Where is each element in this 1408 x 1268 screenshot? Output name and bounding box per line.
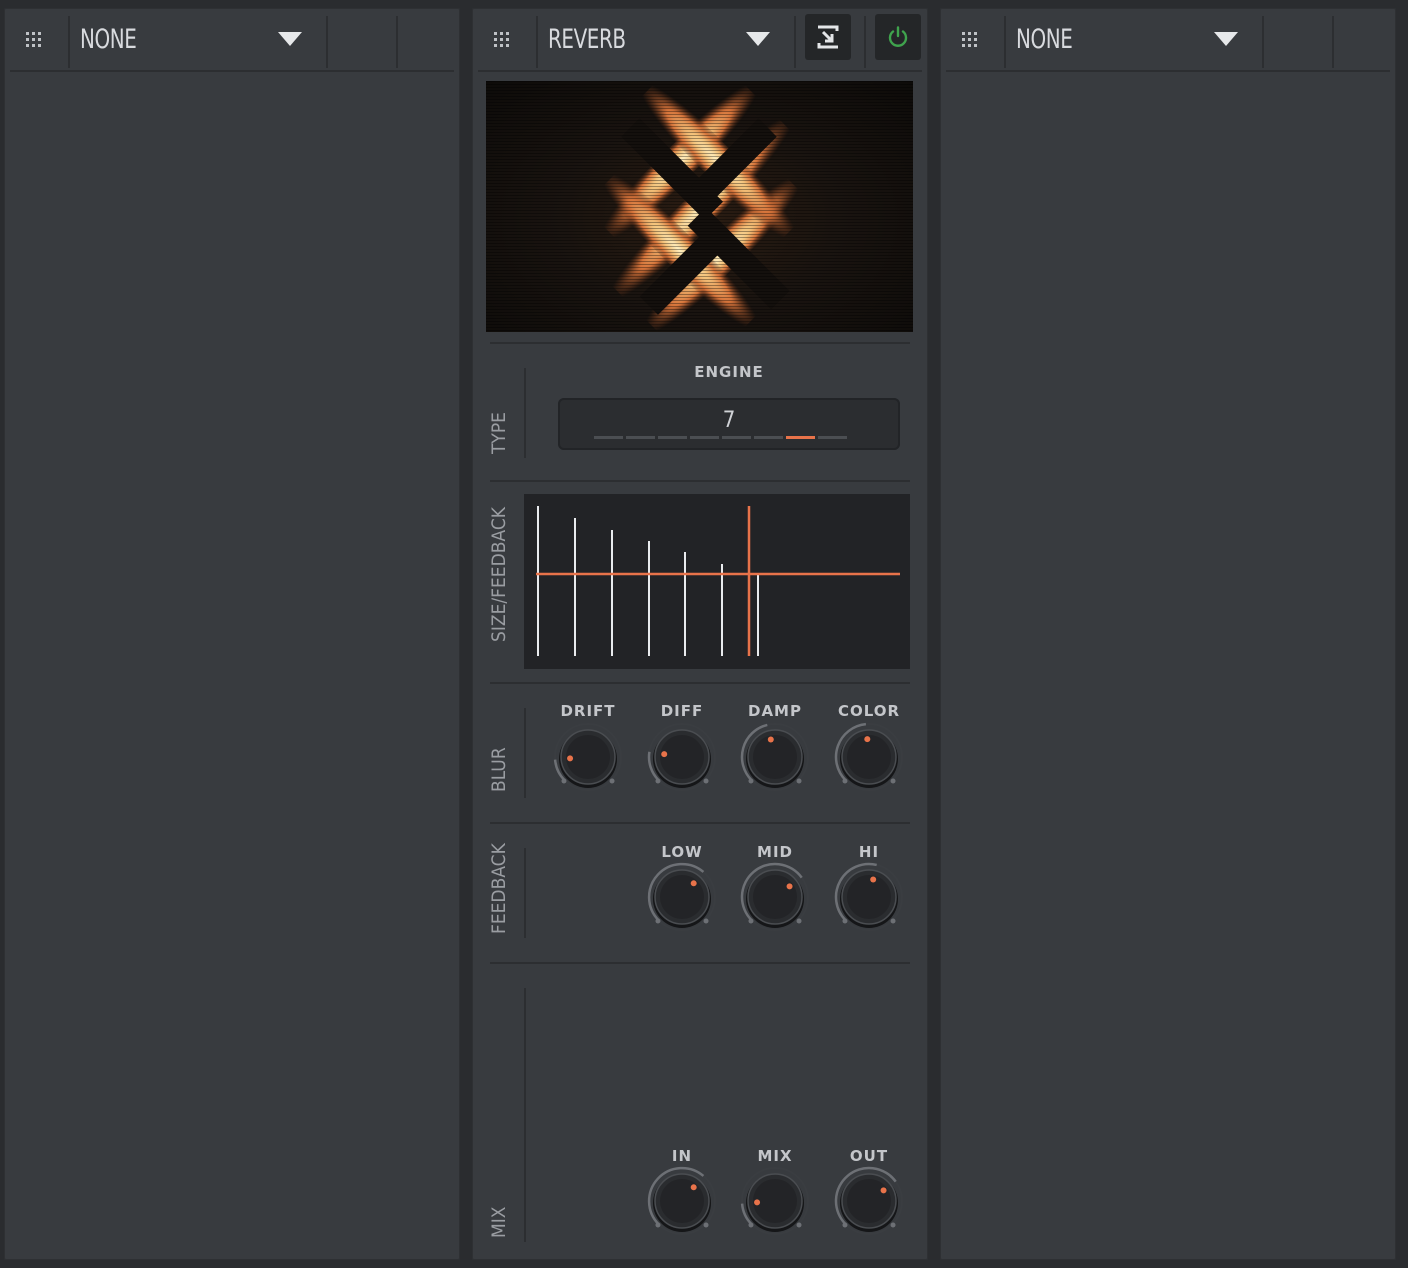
section-rule	[490, 962, 910, 964]
section-label-blur: BLUR	[488, 747, 510, 792]
engine-segments	[594, 436, 847, 439]
divider	[68, 16, 70, 68]
swap-icon	[817, 25, 839, 49]
engine-segment	[626, 436, 655, 439]
section-rule	[490, 682, 910, 684]
knob-feedback-hi[interactable]	[829, 857, 909, 937]
knob-mix-out[interactable]	[829, 1161, 909, 1241]
chevron-down-icon[interactable]	[1214, 32, 1238, 46]
divider	[1332, 16, 1334, 68]
divider	[536, 16, 538, 68]
section-label-mix: MIX	[488, 1206, 510, 1239]
engine-selector[interactable]: 7	[558, 398, 900, 450]
engine-label: ENGINE	[694, 363, 764, 381]
swap-button[interactable]	[805, 14, 851, 60]
section-line	[524, 368, 526, 458]
fx-slot-right: NONE	[940, 8, 1396, 1260]
divider	[396, 16, 398, 68]
chevron-down-icon[interactable]	[746, 32, 770, 46]
fx-selector-reverb[interactable]: REVERB	[548, 24, 626, 55]
engine-value: 7	[722, 408, 736, 433]
section-rule	[490, 822, 910, 824]
slot-header-left: NONE	[4, 8, 460, 72]
knob-blur-damp[interactable]	[735, 717, 815, 797]
section-line	[524, 988, 526, 1242]
reverb-preview-image	[486, 81, 913, 332]
fx-slot-reverb: REVERB TYPE ENGINE 7 SIZE/FEEDBACK BLUR …	[472, 8, 928, 1260]
engine-segment	[690, 436, 719, 439]
chevron-down-icon[interactable]	[278, 32, 302, 46]
knob-feedback-low[interactable]	[642, 857, 722, 937]
fx-slot-left: NONE	[4, 8, 460, 1260]
drag-handle-icon[interactable]	[962, 32, 978, 48]
divider	[864, 16, 866, 68]
divider	[1262, 16, 1264, 68]
power-button[interactable]	[875, 14, 921, 60]
section-rule	[490, 342, 910, 344]
slot-header-reverb: REVERB	[472, 8, 928, 72]
fx-selector-right[interactable]: NONE	[1016, 24, 1073, 55]
engine-segment	[722, 436, 751, 439]
section-label-feedback: FEEDBACK	[488, 843, 510, 934]
header-rule	[10, 70, 454, 72]
section-label-type: TYPE	[488, 412, 510, 454]
power-icon	[888, 26, 908, 47]
knob-blur-drift[interactable]	[548, 717, 628, 797]
divider	[794, 16, 796, 68]
header-rule	[946, 70, 1390, 72]
divider	[1004, 16, 1006, 68]
engine-segment	[754, 436, 783, 439]
section-line	[524, 848, 526, 938]
knob-feedback-mid[interactable]	[735, 857, 815, 937]
engine-segment	[658, 436, 687, 439]
engine-segment	[594, 436, 623, 439]
drag-handle-icon[interactable]	[494, 32, 510, 48]
drag-handle-icon[interactable]	[26, 32, 42, 48]
section-rule	[490, 480, 910, 482]
fx-selector-left[interactable]: NONE	[80, 24, 137, 55]
knob-blur-diff[interactable]	[642, 717, 722, 797]
header-rule	[478, 70, 922, 72]
knob-blur-color[interactable]	[829, 717, 909, 797]
knob-mix-mix[interactable]	[735, 1161, 815, 1241]
engine-segment-active	[786, 436, 815, 439]
divider	[326, 16, 328, 68]
size-feedback-graph[interactable]	[524, 494, 910, 669]
section-line	[524, 708, 526, 798]
knob-mix-in[interactable]	[642, 1161, 722, 1241]
slot-header-right: NONE	[940, 8, 1396, 72]
section-label-size-feedback: SIZE/FEEDBACK	[488, 507, 510, 642]
engine-segment	[818, 436, 847, 439]
